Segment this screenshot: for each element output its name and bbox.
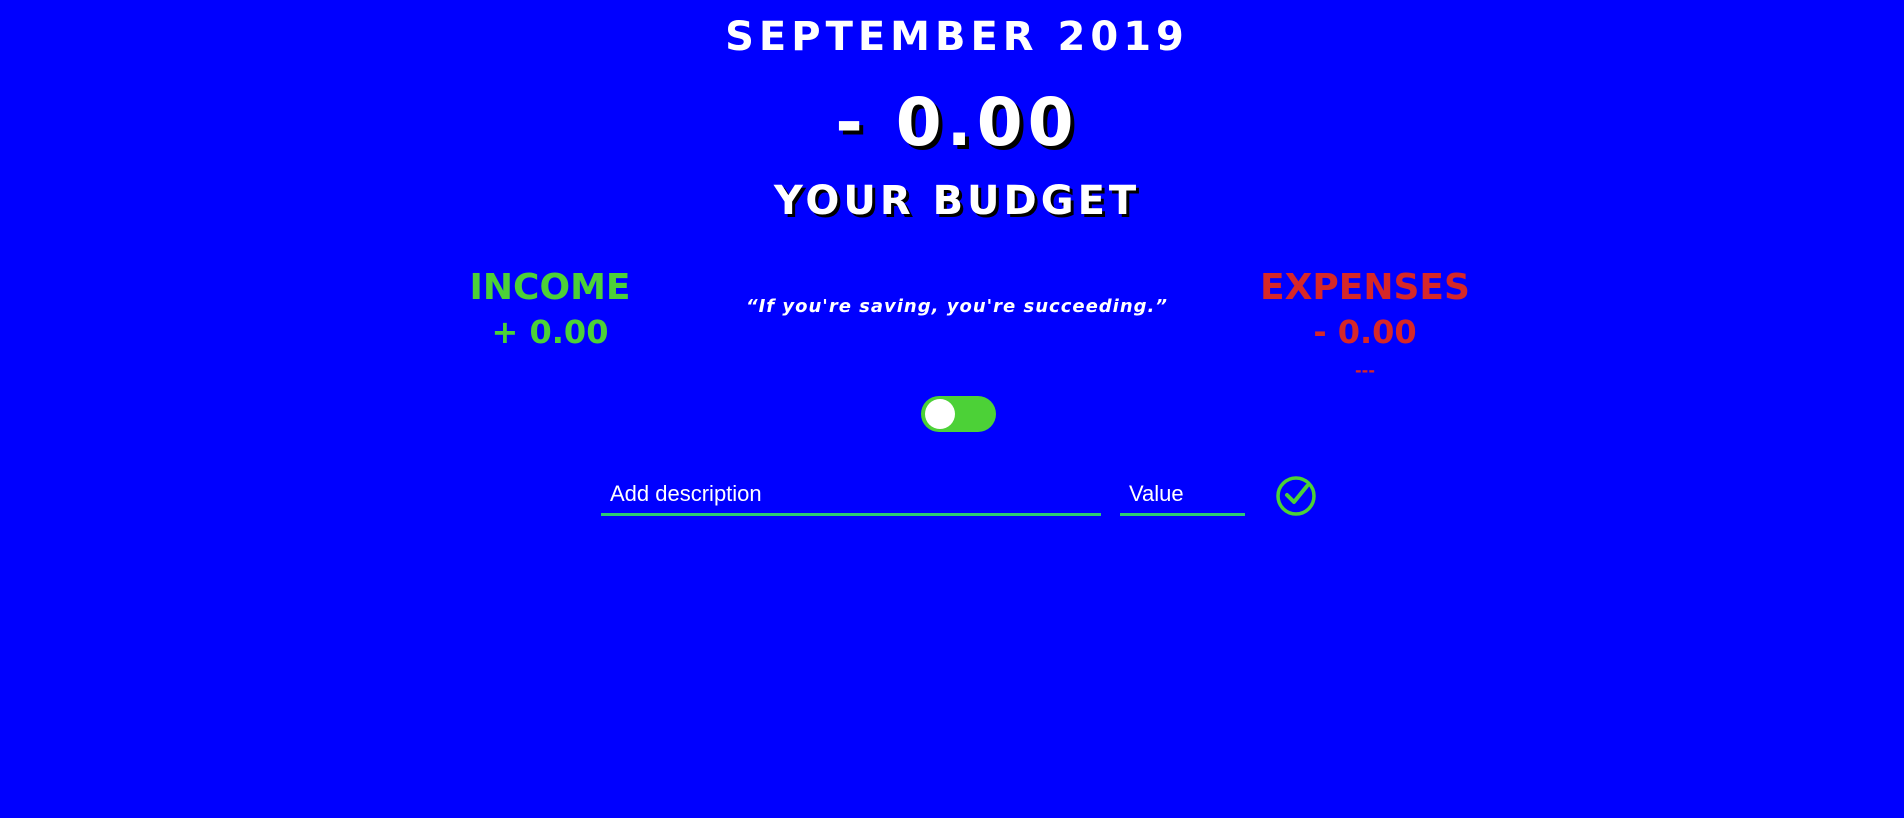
budget-app: SEPTEMBER 2019 - 0.00 YOUR BUDGET INCOME… [0,0,1904,818]
expenses-title: EXPENSES [1260,267,1470,308]
add-item-button[interactable] [1274,474,1318,518]
expenses-summary: EXPENSES - 0.00 --- [1240,266,1490,384]
description-input[interactable] [601,474,1101,516]
month-title: SEPTEMBER 2019 [725,14,1189,60]
expenses-value: - 0.00 [1313,313,1417,351]
value-input[interactable] [1120,474,1245,516]
expenses-percentage: --- [1355,361,1375,380]
motivational-quote: “If you're saving, you're succeeding.” [746,296,1168,317]
budget-total: - 0.00 [835,84,1079,161]
budget-label: YOUR BUDGET [773,178,1141,224]
toggle-knob[interactable] [925,399,955,429]
check-circle-icon [1276,476,1316,516]
type-toggle[interactable] [921,396,996,432]
